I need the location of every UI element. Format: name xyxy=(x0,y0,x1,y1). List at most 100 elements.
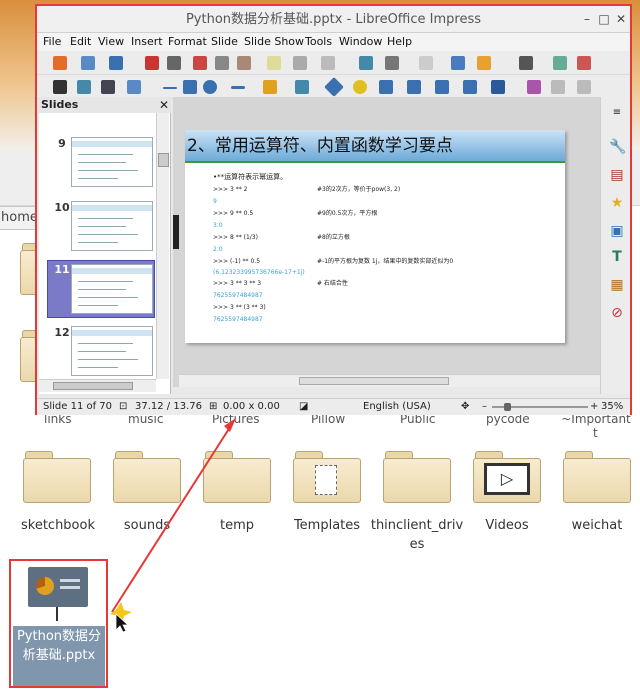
align-icon[interactable] xyxy=(551,80,565,94)
pane-collapse-handle-left[interactable] xyxy=(173,215,179,249)
gallery-icon[interactable]: ▦ xyxy=(609,277,625,293)
menu-tools[interactable]: Tools xyxy=(305,33,332,51)
cut-icon[interactable] xyxy=(193,56,207,70)
slides-pane-scrollbar[interactable] xyxy=(156,113,169,379)
fill-color-icon[interactable] xyxy=(127,80,141,94)
size-icon: ⊞ xyxy=(209,401,218,412)
code-line: >>> 3 ** 2 xyxy=(213,186,248,193)
redo-icon[interactable] xyxy=(321,56,335,70)
drawing-toolbar xyxy=(37,75,630,99)
curve-icon[interactable] xyxy=(263,80,277,94)
clone-icon[interactable] xyxy=(267,56,281,70)
slides-pane: Slides ✕ 9 10 11 12 xyxy=(39,97,171,394)
connector-icon[interactable] xyxy=(295,80,309,94)
code-comment: #-1的平方根为复数 1j，结果中的复数实部近似为0 xyxy=(317,258,454,265)
menu-insert[interactable]: Insert xyxy=(131,33,163,51)
menu-format[interactable]: Format xyxy=(168,33,207,51)
zoom-in-button[interactable]: + xyxy=(590,399,598,415)
rectangle-icon[interactable] xyxy=(183,80,197,94)
styles-icon[interactable]: T xyxy=(609,249,625,265)
sidebar-menu-icon[interactable]: ≡ xyxy=(609,105,625,121)
thumb-number: 10 xyxy=(54,201,70,214)
menu-help[interactable]: Help xyxy=(387,33,412,51)
menu-file[interactable]: File xyxy=(43,33,61,51)
table-icon[interactable] xyxy=(519,56,533,70)
grid-icon[interactable] xyxy=(385,56,399,70)
display-views-icon[interactable] xyxy=(419,56,433,70)
export-pdf-icon[interactable] xyxy=(145,56,159,70)
slide-edit-area[interactable]: 2、常用运算符、内置函数学习要点 •**运算符表示幂运算。 >>> 3 ** 2… xyxy=(173,97,624,387)
slide-thumbnail-11[interactable] xyxy=(71,264,153,314)
rotate-icon[interactable] xyxy=(527,80,541,94)
slide-thumbnail-10[interactable] xyxy=(71,201,153,251)
print-icon[interactable] xyxy=(167,56,181,70)
callouts-icon[interactable] xyxy=(435,80,449,94)
basic-shapes-icon[interactable] xyxy=(324,77,344,97)
code-line: >>> (-1) ** 0.5 xyxy=(213,258,261,265)
minimize-button[interactable]: – xyxy=(580,12,594,26)
arrow-line-icon[interactable] xyxy=(231,86,245,89)
select-icon[interactable] xyxy=(53,80,67,94)
thumb-number: 9 xyxy=(58,137,66,150)
flowchart-icon[interactable] xyxy=(407,80,421,94)
save-icon[interactable] xyxy=(109,56,123,70)
language[interactable]: English (USA) xyxy=(363,399,431,415)
stars-icon[interactable] xyxy=(463,80,477,94)
close-pane-icon[interactable]: ✕ xyxy=(159,97,169,113)
copy-icon[interactable] xyxy=(215,56,229,70)
code-line: >>> 9 ** 0.5 xyxy=(213,210,254,217)
navigator-icon[interactable]: ⊘ xyxy=(609,305,625,321)
arrange-icon[interactable] xyxy=(577,80,591,94)
document-modified-icon: ◪ xyxy=(299,401,309,412)
slide-thumbnail-9[interactable] xyxy=(71,137,153,187)
ellipse-icon[interactable] xyxy=(203,80,217,94)
slide-title[interactable]: 2、常用运算符、内置函数学习要点 xyxy=(187,133,453,159)
menu-slide[interactable]: Slide xyxy=(211,33,238,51)
animation-icon[interactable]: ★ xyxy=(609,195,625,211)
fit-slide-icon[interactable]: ✥ xyxy=(461,399,469,415)
properties-icon[interactable]: 🔧 xyxy=(609,139,626,155)
menu-view[interactable]: View xyxy=(98,33,124,51)
title-bar[interactable]: Python数据分析基础.pptx - LibreOffice Impress … xyxy=(37,6,630,33)
3d-objects-icon[interactable] xyxy=(491,80,505,94)
zoom-icon[interactable] xyxy=(77,80,91,94)
image-icon[interactable] xyxy=(553,56,567,70)
slide-transition-icon[interactable]: ▤ xyxy=(609,167,625,183)
start-slideshow-icon[interactable] xyxy=(477,56,491,70)
slides-pane-header: Slides xyxy=(39,97,171,113)
impress-window[interactable]: Python数据分析基础.pptx - LibreOffice Impress … xyxy=(35,4,632,415)
chart-icon[interactable] xyxy=(577,56,591,70)
maximize-button[interactable]: □ xyxy=(597,12,611,26)
new-icon[interactable] xyxy=(53,56,67,70)
code-line: >>> 3 ** (3 ** 3) xyxy=(213,304,266,311)
close-button[interactable]: ✕ xyxy=(614,12,628,26)
code-line: >>> 8 ** (1/3) xyxy=(213,234,258,241)
menu-slide-show[interactable]: Slide Show xyxy=(244,33,304,51)
code-output: (6.123233995736766e-17+1j) xyxy=(213,269,305,276)
paste-icon[interactable] xyxy=(237,56,251,70)
code-line: >>> 3 ** 3 ** 3 xyxy=(213,280,262,287)
slide-thumbnail-12[interactable] xyxy=(71,326,153,376)
symbol-shapes-icon[interactable] xyxy=(353,80,367,94)
menu-edit[interactable]: Edit xyxy=(70,33,91,51)
zoom-out-button[interactable]: – xyxy=(482,399,487,415)
line-icon[interactable] xyxy=(163,87,177,89)
block-arrows-icon[interactable] xyxy=(379,80,393,94)
menu-bar: File Edit View Insert Format Slide Slide… xyxy=(37,33,630,51)
code-output: 3.0 xyxy=(213,222,223,229)
menu-window[interactable]: Window xyxy=(339,33,382,51)
cursor-position: 37.12 / 13.76 xyxy=(135,401,202,412)
slide-canvas[interactable]: 2、常用运算符、内置函数学习要点 •**运算符表示幂运算。 >>> 3 ** 2… xyxy=(185,130,565,343)
spelling-icon[interactable] xyxy=(359,56,373,70)
master-slide-icon[interactable] xyxy=(451,56,465,70)
zoom-level[interactable]: 35% xyxy=(601,399,623,415)
zoom-slider-thumb[interactable] xyxy=(504,403,511,411)
code-comment: #8的立方根 xyxy=(317,234,350,241)
horizontal-scrollbar[interactable] xyxy=(179,374,610,387)
slides-pane-hscrollbar[interactable] xyxy=(39,379,156,392)
text-icon[interactable] xyxy=(101,80,115,94)
open-icon[interactable] xyxy=(81,56,95,70)
undo-icon[interactable] xyxy=(293,56,307,70)
code-comment: # 右结合性 xyxy=(317,280,348,287)
master-slides-icon[interactable]: ▣ xyxy=(609,223,625,239)
